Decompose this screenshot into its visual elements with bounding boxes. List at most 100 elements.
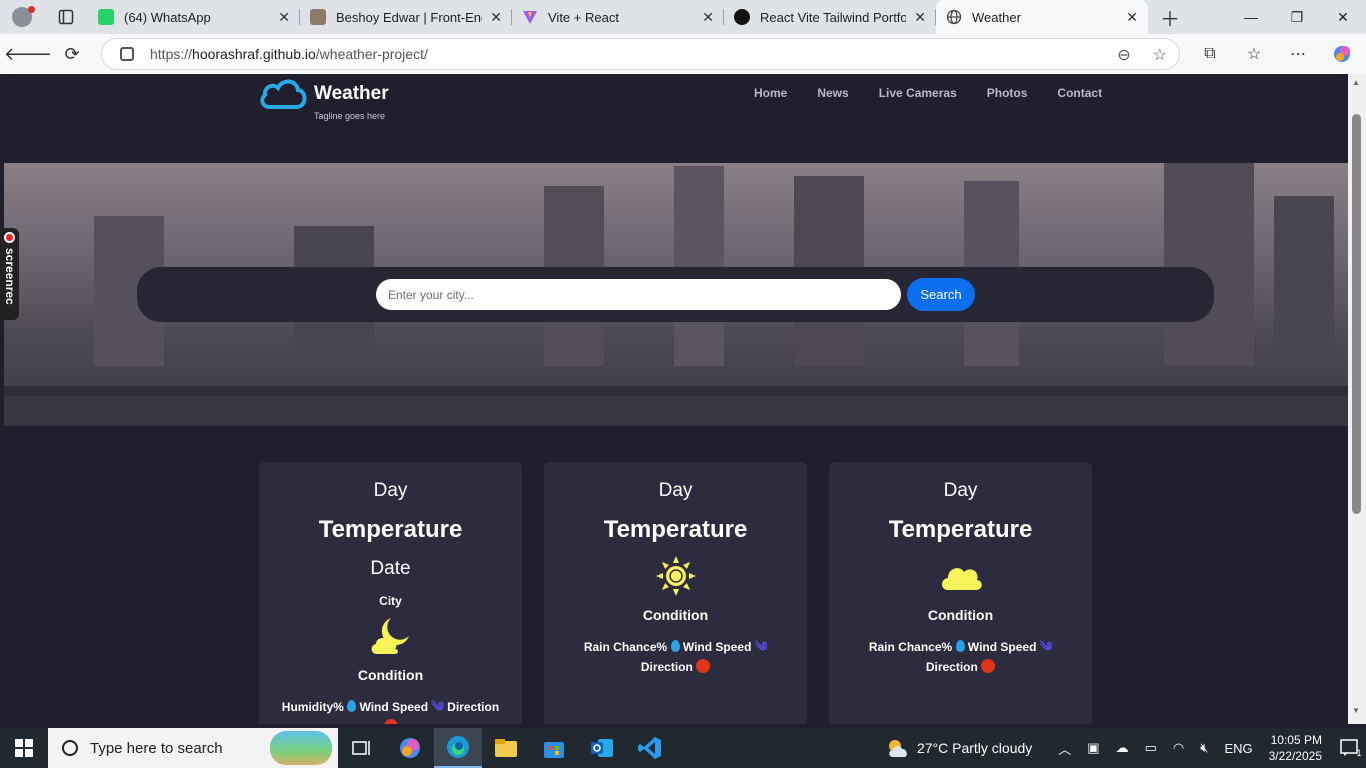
scroll-down-icon[interactable]: ▼ (1352, 706, 1360, 715)
forecast-card-2: Day Temperature Condition Rain Chance% W… (544, 462, 807, 724)
screenrec-label: screenrec (3, 248, 17, 305)
compass-icon (383, 719, 398, 724)
show-hidden-icons-icon[interactable]: ︿ (1058, 739, 1071, 758)
outlook-app[interactable] (578, 728, 626, 768)
close-tab-icon[interactable]: ✕ (914, 9, 926, 26)
nav-news[interactable]: News (817, 86, 848, 100)
direction-label: Direction (640, 660, 693, 674)
close-tab-icon[interactable]: ✕ (490, 9, 502, 26)
search-panel: Search (137, 267, 1214, 322)
tab-title: React Vite Tailwind Portfolio (760, 9, 907, 25)
compass-icon (981, 659, 996, 673)
windows-taskbar: Type here to search 27°C Partly cloudy ︿… (0, 728, 1366, 768)
wind-icon: ༄ (1039, 639, 1053, 654)
tab-whatsapp[interactable]: (64) WhatsApp ✕ (88, 0, 300, 34)
card-day: Day (943, 480, 978, 501)
droplet-icon (670, 640, 680, 652)
restore-icon[interactable]: ❐ (1274, 0, 1320, 34)
file-explorer-app[interactable] (482, 728, 530, 768)
site-info-icon[interactable] (120, 47, 134, 61)
tab-beshoy[interactable]: Beshoy Edwar | Front-End W ✕ (300, 0, 512, 34)
logo-title: Weather (314, 83, 389, 104)
window-controls: ― ❐ ✕ (1228, 0, 1366, 34)
close-window-icon[interactable]: ✕ (1320, 0, 1366, 34)
wifi-icon[interactable]: ◠ (1173, 740, 1184, 756)
copilot-app[interactable] (386, 728, 434, 768)
address-bar[interactable]: https://hoorashraf.github.io/wheather-pr… (101, 38, 1180, 70)
vscode-app[interactable] (626, 728, 674, 768)
url-text[interactable]: https://hoorashraf.github.io/wheather-pr… (150, 46, 428, 62)
page-scrollbar[interactable]: ▲ ▼ (1348, 74, 1366, 724)
store-icon (544, 742, 564, 758)
notifications-button[interactable]: 1 (1336, 728, 1366, 768)
nav-live-cameras[interactable]: Live Cameras (879, 86, 957, 100)
building (1274, 196, 1334, 366)
battery-icon[interactable]: ▭ (1145, 740, 1157, 756)
copilot-icon[interactable] (1327, 40, 1357, 68)
address-toolbar: 🡐 ⟳ https://hoorashraf.github.io/wheathe… (0, 34, 1366, 74)
close-tab-icon[interactable]: ✕ (1126, 9, 1138, 26)
search-button[interactable]: Search (907, 278, 975, 311)
nav-contact[interactable]: Contact (1057, 86, 1102, 100)
store-app[interactable] (530, 728, 578, 768)
main-nav: Home News Live Cameras Photos Contact (754, 86, 1102, 100)
card-temperature: Temperature (888, 516, 1033, 543)
nav-photos[interactable]: Photos (987, 86, 1028, 100)
search-icon (62, 740, 78, 756)
scroll-thumb[interactable] (1352, 114, 1361, 514)
vscode-icon (638, 737, 661, 759)
favorite-star-icon[interactable]: ☆ (1153, 45, 1167, 65)
edge-app[interactable] (434, 728, 482, 768)
onedrive-icon[interactable]: ☁ (1116, 740, 1129, 756)
start-button[interactable] (0, 728, 48, 768)
wind-speed-label: Wind Speed (682, 640, 752, 654)
wind-speed-label: Wind Speed (359, 700, 429, 714)
card-city: City (379, 594, 402, 608)
reload-button[interactable]: ⟳ (57, 40, 87, 68)
tab-title: (64) WhatsApp (124, 9, 211, 25)
tab-actions-button[interactable] (44, 0, 88, 34)
close-tab-icon[interactable]: ✕ (702, 9, 714, 26)
partly-cloudy-icon (888, 740, 907, 757)
card-day: Day (373, 480, 408, 501)
new-tab-button[interactable]: ＋ (1148, 0, 1192, 34)
building (1164, 163, 1254, 366)
site-icon (310, 9, 326, 25)
site-logo[interactable]: Weather Tagline goes here (258, 77, 389, 121)
minimize-icon[interactable]: ― (1228, 0, 1274, 34)
favorites-icon[interactable]: ☆ (1239, 40, 1269, 68)
cloud-icon (941, 568, 982, 590)
droplet-icon (955, 640, 965, 652)
water (4, 396, 1348, 426)
profile-button[interactable] (0, 0, 44, 34)
weather-text: 27°C Partly cloudy (916, 740, 1033, 756)
task-view-button[interactable] (338, 728, 386, 768)
language-indicator[interactable]: ENG (1224, 741, 1252, 756)
taskbar-weather[interactable]: 27°C Partly cloudy (885, 737, 1032, 759)
tab-portfolio[interactable]: React Vite Tailwind Portfolio ✕ (724, 0, 936, 34)
extensions-icon[interactable]: ⧉ (1195, 40, 1225, 68)
close-tab-icon[interactable]: ✕ (278, 9, 290, 26)
taskbar-search[interactable]: Type here to search (48, 728, 338, 768)
card-condition: Condition (927, 607, 994, 623)
tab-vite-react[interactable]: Vite + React ✕ (512, 0, 724, 34)
meet-icon[interactable]: ▣ (1087, 740, 1099, 756)
back-button[interactable]: 🡐 (4, 40, 52, 68)
scroll-up-icon[interactable]: ▲ (1352, 78, 1360, 87)
city-search-input[interactable] (376, 279, 901, 310)
card-day: Day (658, 480, 693, 501)
logo-tagline: Tagline goes here (314, 111, 386, 121)
clock[interactable]: 10:05 PM 3/22/2025 (1269, 732, 1322, 764)
compass-icon (696, 659, 711, 673)
folder-icon (495, 739, 517, 757)
volume-mute-icon[interactable]: 🔇︎ (1200, 740, 1208, 756)
zoom-out-icon[interactable]: ⊖ (1117, 45, 1130, 65)
clock-time: 10:05 PM (1270, 733, 1322, 747)
building (674, 166, 724, 366)
nav-home[interactable]: Home (754, 86, 787, 100)
tab-weather[interactable]: Weather ✕ (936, 0, 1148, 34)
screenrec-overlay[interactable]: screenrec (0, 228, 19, 320)
wind-speed-label: Wind Speed (967, 640, 1037, 654)
more-menu-icon[interactable]: ⋯ (1283, 40, 1313, 68)
whatsapp-icon (98, 9, 114, 25)
